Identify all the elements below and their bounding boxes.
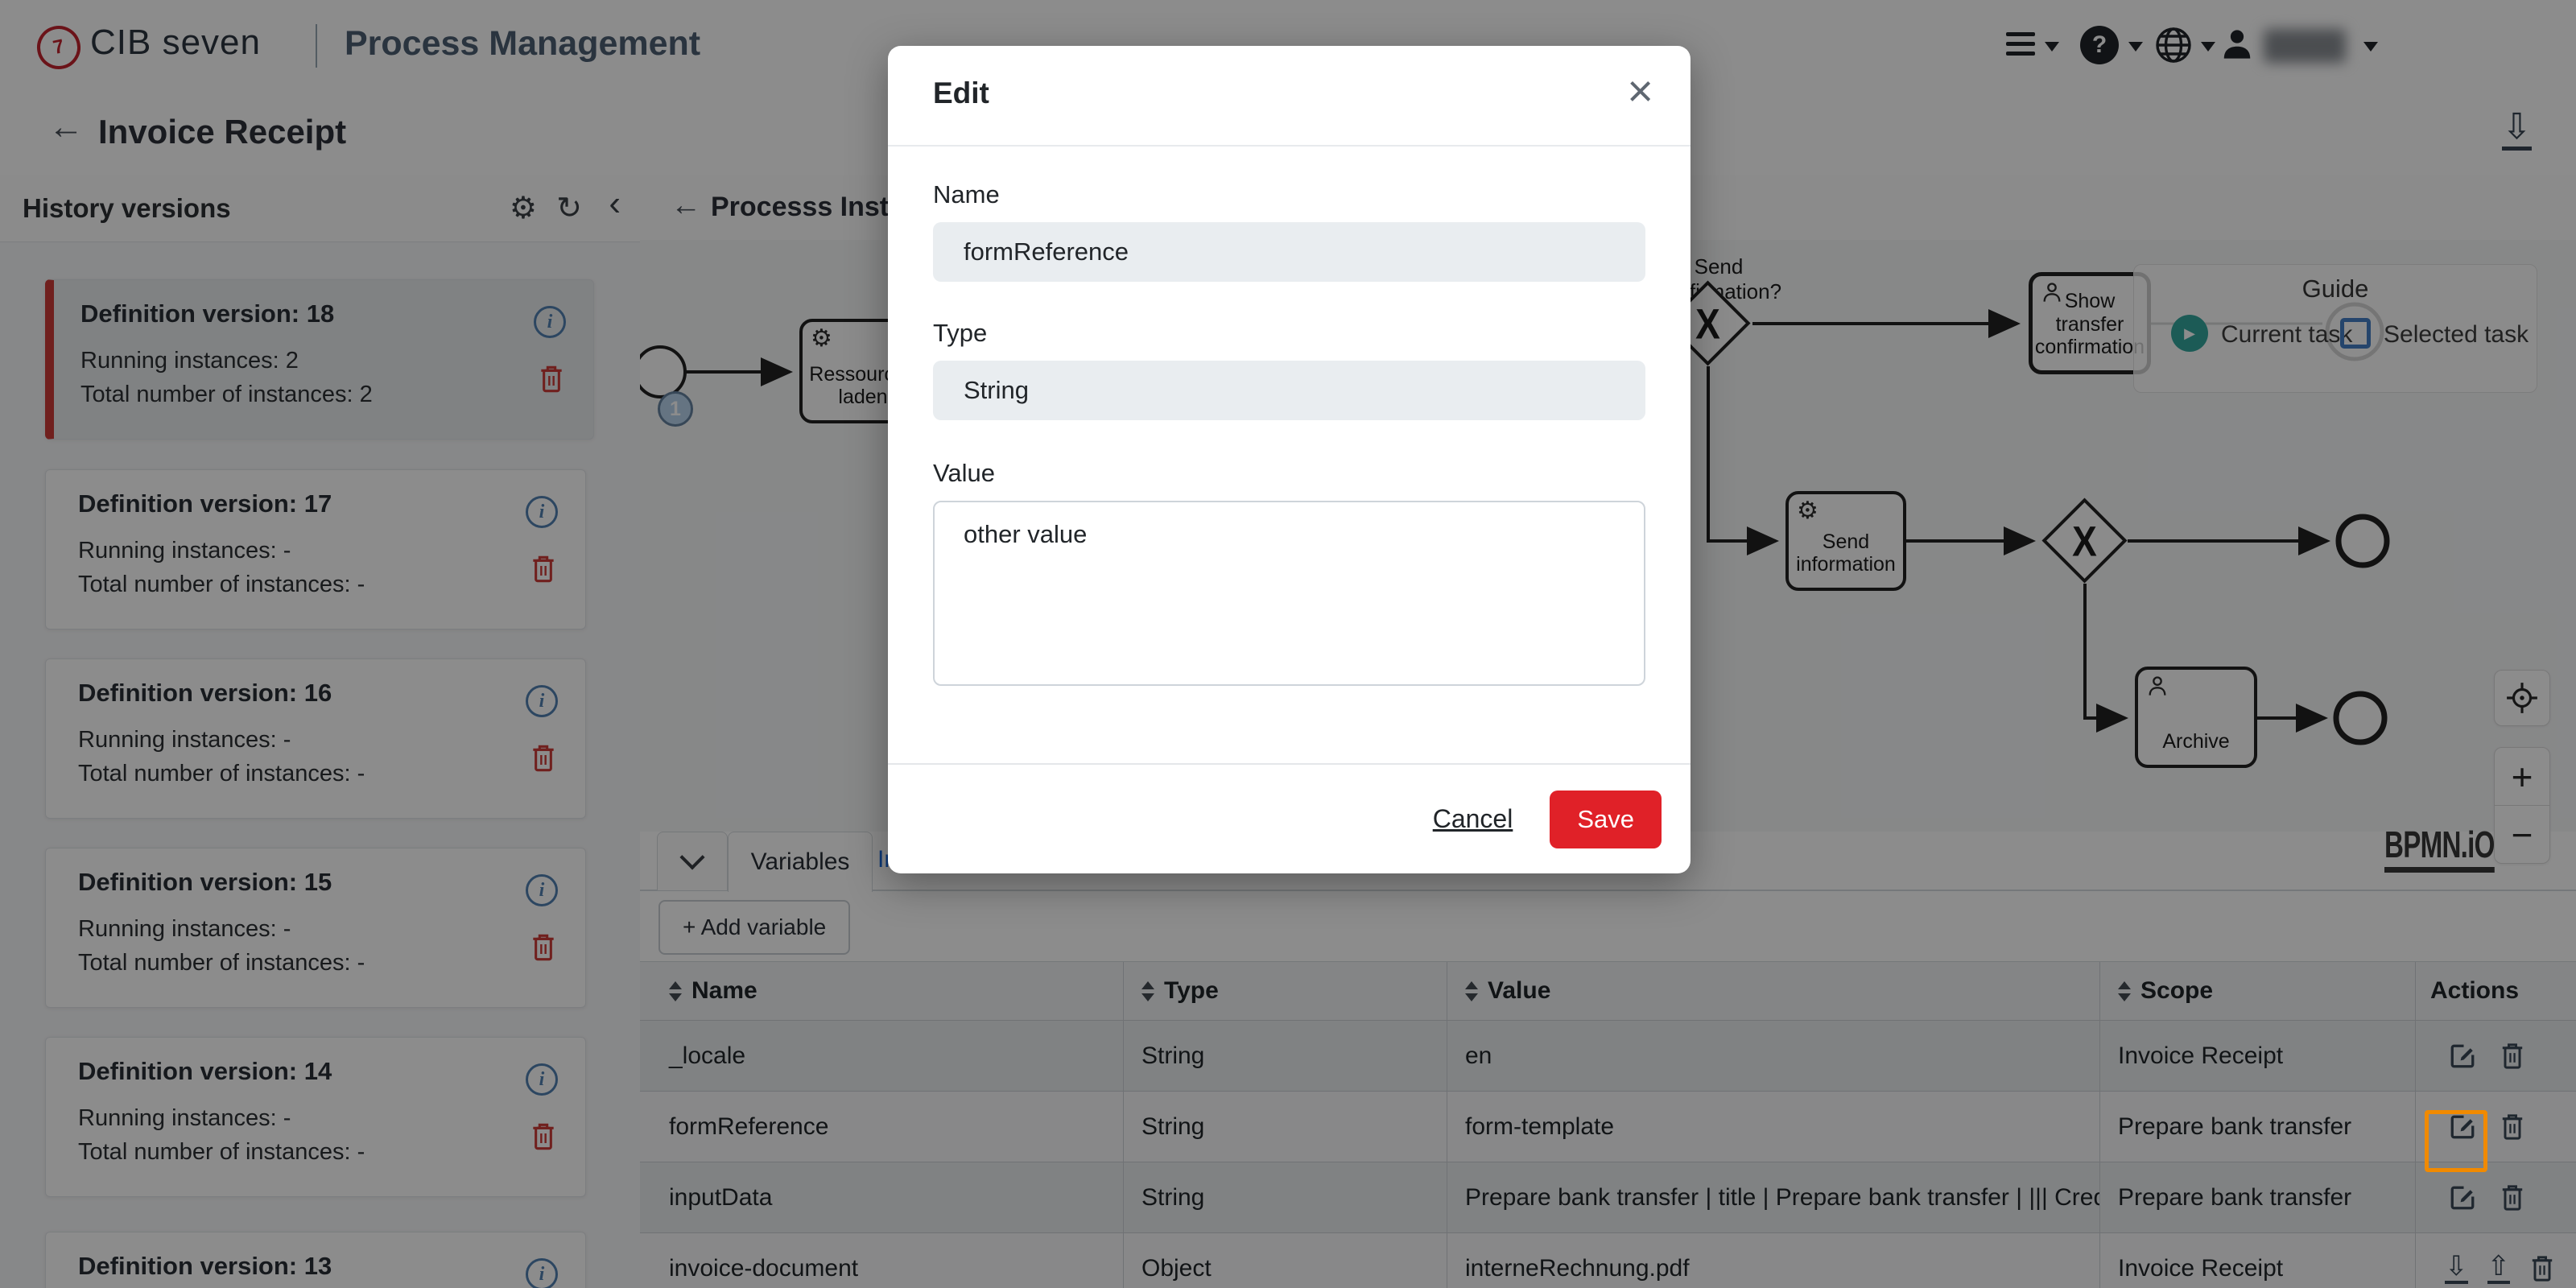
value-label: Value — [933, 459, 1645, 488]
edit-variable-modal: Edit × Name Type Value other value Cance… — [888, 46, 1690, 873]
name-field[interactable] — [933, 222, 1645, 282]
app-root: 7 CIB seven Process Management ? ← Invoi… — [0, 0, 2576, 1288]
cancel-button[interactable]: Cancel — [1433, 804, 1513, 834]
type-field[interactable] — [933, 361, 1645, 420]
modal-footer: Cancel Save — [888, 763, 1690, 873]
modal-body: Name Type Value other value — [933, 147, 1645, 690]
close-icon[interactable]: × — [1627, 68, 1653, 114]
click-annotation-highlight — [2425, 1110, 2487, 1172]
save-button[interactable]: Save — [1550, 791, 1662, 848]
modal-header: Edit × — [888, 46, 1690, 147]
modal-title: Edit — [933, 76, 989, 110]
name-label: Name — [933, 180, 1645, 209]
value-field[interactable]: other value — [933, 501, 1645, 686]
type-label: Type — [933, 319, 1645, 348]
